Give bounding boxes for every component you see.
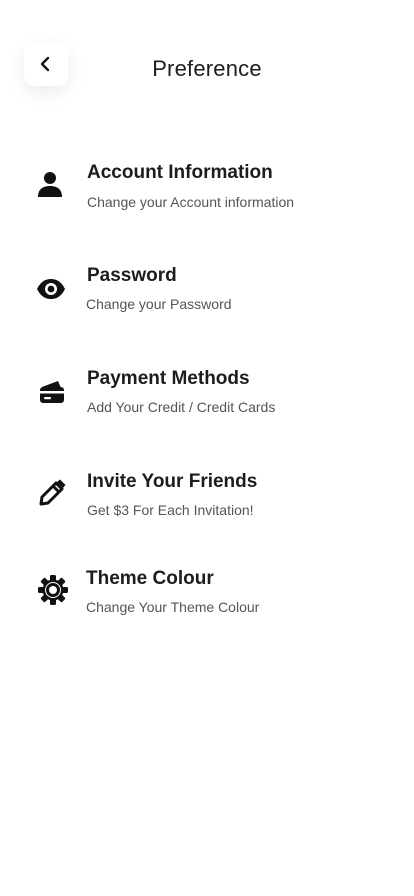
menu-item-password[interactable]: Password Change your Password [0, 263, 414, 327]
menu-item-subtitle: Change your Account information [87, 194, 295, 210]
menu-item-title: Theme Colour [86, 568, 214, 589]
page-title: Preference [152, 56, 262, 81]
menu-item-title: Account Information [87, 162, 273, 183]
menu-item-subtitle: Get $3 For Each Invitation! [87, 502, 254, 518]
menu-item-theme-colour[interactable]: Theme Colour Change Your Theme Colour [0, 566, 414, 630]
menu-item-title: Payment Methods [87, 368, 250, 389]
menu-item-account-information[interactable]: Account Information Change your Account … [0, 160, 414, 224]
gear-icon [37, 574, 69, 606]
menu-item-subtitle: Add Your Credit / Credit Cards [87, 399, 276, 415]
menu-item-title: Password [87, 265, 177, 286]
menu-item-invite-your-friends[interactable]: Invite Your Friends Get $3 For Each Invi… [0, 469, 414, 533]
menu-item-subtitle: Change your Password [86, 296, 232, 312]
preference-screen: Preference Account Information Change yo… [0, 0, 414, 896]
eye-icon [35, 273, 67, 305]
user-icon [34, 168, 66, 200]
menu-item-title: Invite Your Friends [87, 471, 258, 492]
credit-card-icon [36, 376, 68, 408]
menu-item-subtitle: Change Your Theme Colour [86, 599, 260, 615]
pencil-icon [36, 477, 68, 509]
menu-item-payment-methods[interactable]: Payment Methods Add Your Credit / Credit… [0, 366, 414, 430]
